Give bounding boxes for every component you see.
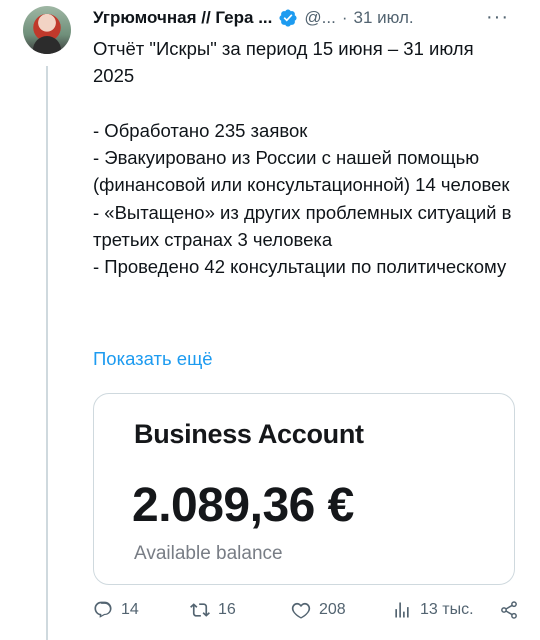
like-button[interactable]: 208 [291,600,346,620]
avatar[interactable] [23,6,71,54]
heart-icon [291,602,311,619]
separator-dot: · [341,8,348,27]
tweet-header: Угрюмочная // Гера ... @... · 31 июл. ··… [93,6,523,30]
views-count: 13 тыс. [420,601,474,618]
tweet-text: Отчёт "Искры" за период 15 июня – 31 июл… [93,38,512,278]
views-icon [395,602,409,618]
action-bar: 14 16 208 13 тыс. [93,600,523,630]
retweet-count: 16 [218,601,236,618]
card-title: Business Account [134,419,364,449]
author-handle[interactable]: @... [304,8,335,28]
thread-line [46,66,48,640]
tweet-date[interactable]: 31 июл. [353,8,413,28]
card-balance: 2.089,36 € [132,479,354,532]
author-name[interactable]: Угрюмочная // Гера ... [93,8,272,28]
reply-button[interactable]: 14 [93,600,139,620]
more-options-icon[interactable]: ··· [486,6,509,29]
views-button[interactable]: 13 тыс. [392,600,474,620]
reply-count: 14 [121,601,139,618]
like-count: 208 [319,601,346,618]
show-more-link[interactable]: Показать ещё [93,348,213,370]
card-caption: Available balance [134,543,283,564]
verified-badge-icon [278,8,298,28]
retweet-icon [190,603,210,617]
share-icon [501,601,517,619]
retweet-button[interactable]: 16 [190,600,236,620]
avatar-figure [33,36,61,54]
media-card[interactable]: Business Account 2.089,36 € Available ba… [93,393,515,585]
reply-icon [94,601,112,618]
share-button[interactable] [499,600,527,620]
